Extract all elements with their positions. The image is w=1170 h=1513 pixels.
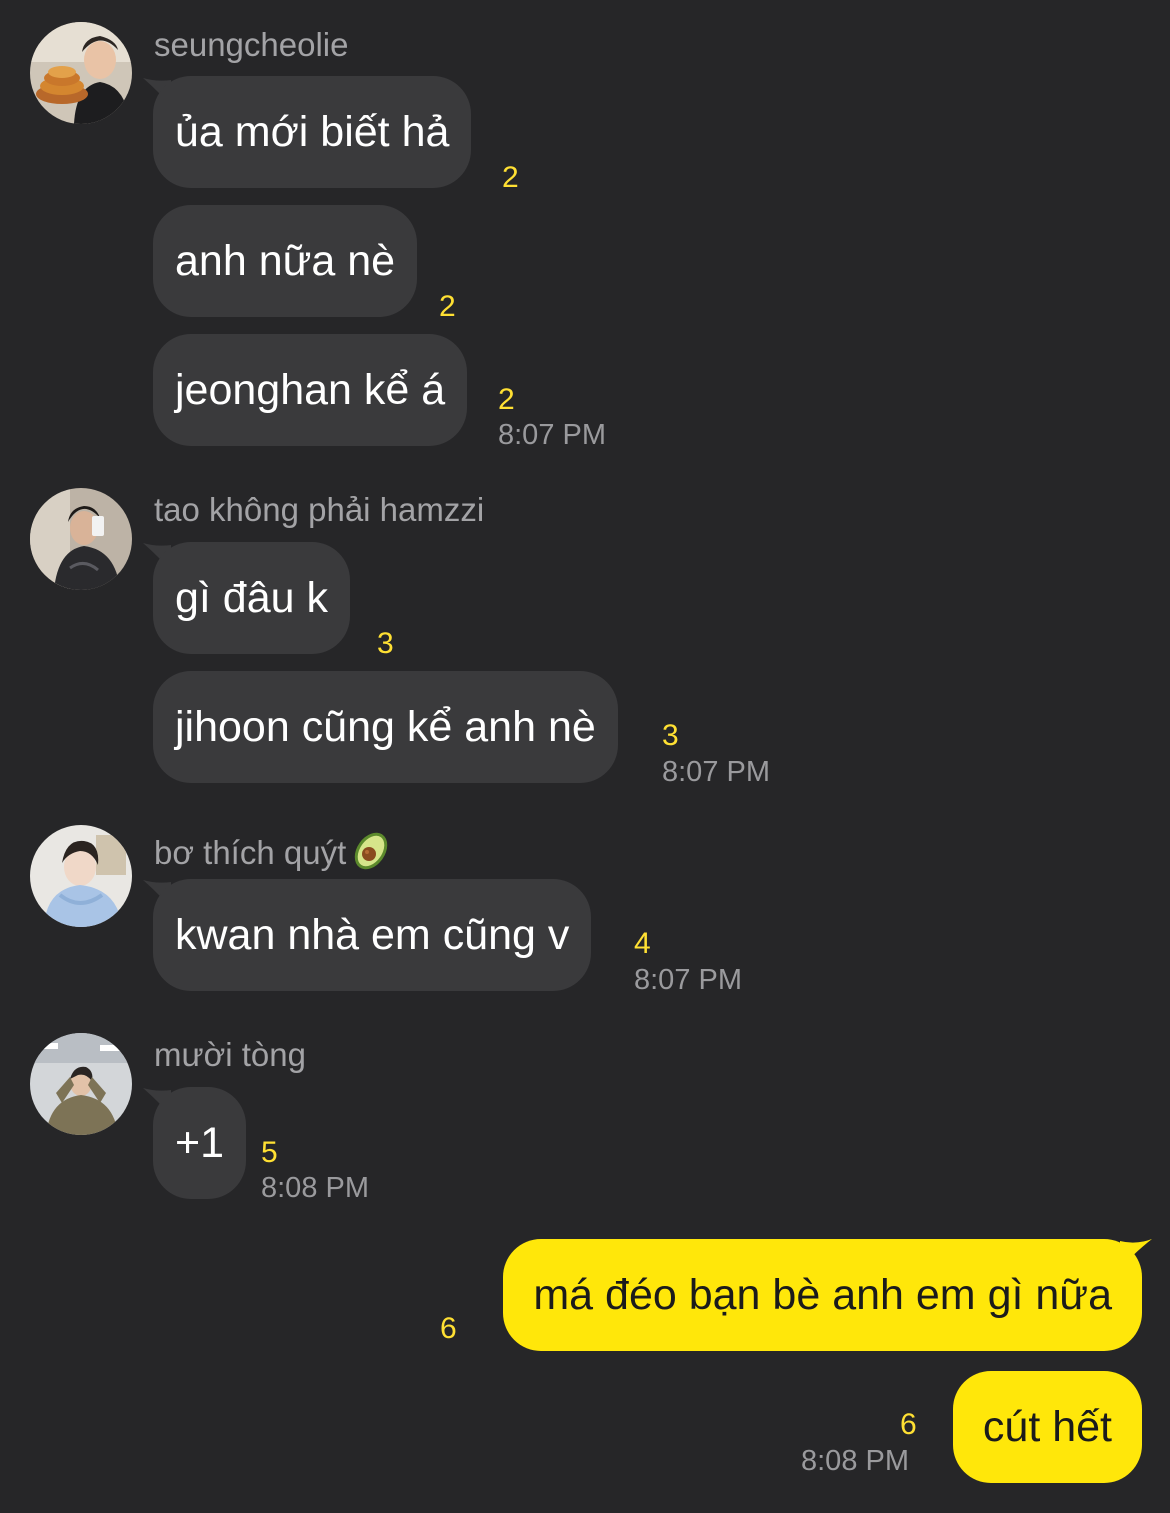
sender-name: mười tòng (154, 1036, 306, 1073)
unread-count: 5 (261, 1136, 278, 1169)
message-bubble-outgoing[interactable]: má đéo bạn bè anh em gì nữa (503, 1239, 1142, 1351)
message-bubble[interactable]: kwan nhà em cũng v (153, 879, 592, 991)
sender-name-text: bơ thích quýt (154, 834, 347, 871)
message-bubble[interactable]: jihoon cũng kể anh nè (153, 671, 618, 783)
avatar-muoi-tong[interactable] (30, 1033, 132, 1135)
unread-count: 3 (377, 627, 394, 660)
user-avatar-muoi-tong-icon (30, 1033, 132, 1135)
sender-name: bơ thích quýt (154, 827, 394, 873)
message-timestamp: 8:07 PM (498, 419, 606, 451)
message-bubble[interactable]: +1 (153, 1087, 247, 1199)
sender-name: tao không phải hamzzi (154, 491, 485, 528)
unread-count: 2 (502, 161, 519, 194)
message-timestamp: 8:07 PM (634, 964, 742, 996)
avatar-hamzzi[interactable] (30, 488, 132, 590)
avatar-seungcheolie[interactable] (30, 22, 132, 124)
unread-count: 4 (634, 927, 651, 960)
user-avatar-seungcheolie-icon (30, 22, 132, 124)
chat-thread[interactable]: seungcheolie ủa mới biết hả 2 anh nữa nè… (0, 0, 1170, 1513)
unread-count: 6 (440, 1312, 457, 1345)
avatar-bo[interactable] (30, 825, 132, 927)
sender-name: seungcheolie (154, 26, 349, 63)
unread-count: 3 (662, 719, 679, 752)
message-timestamp: 8:07 PM (662, 756, 770, 788)
unread-count: 2 (439, 290, 456, 323)
message-timestamp: 8:08 PM (801, 1445, 909, 1477)
avocado-emoji-icon (355, 832, 388, 870)
message-bubble[interactable]: anh nữa nè (153, 205, 418, 317)
unread-count: 2 (498, 383, 515, 416)
message-timestamp: 8:08 PM (261, 1172, 369, 1204)
user-avatar-bo-icon (30, 825, 132, 927)
message-bubble[interactable]: jeonghan kể á (153, 334, 468, 446)
user-avatar-hamzzi-icon (30, 488, 132, 590)
message-bubble[interactable]: gì đâu k (153, 542, 350, 654)
message-bubble[interactable]: ủa mới biết hả (153, 76, 472, 188)
message-bubble-outgoing[interactable]: cút hết (952, 1371, 1142, 1483)
unread-count: 6 (900, 1408, 917, 1441)
